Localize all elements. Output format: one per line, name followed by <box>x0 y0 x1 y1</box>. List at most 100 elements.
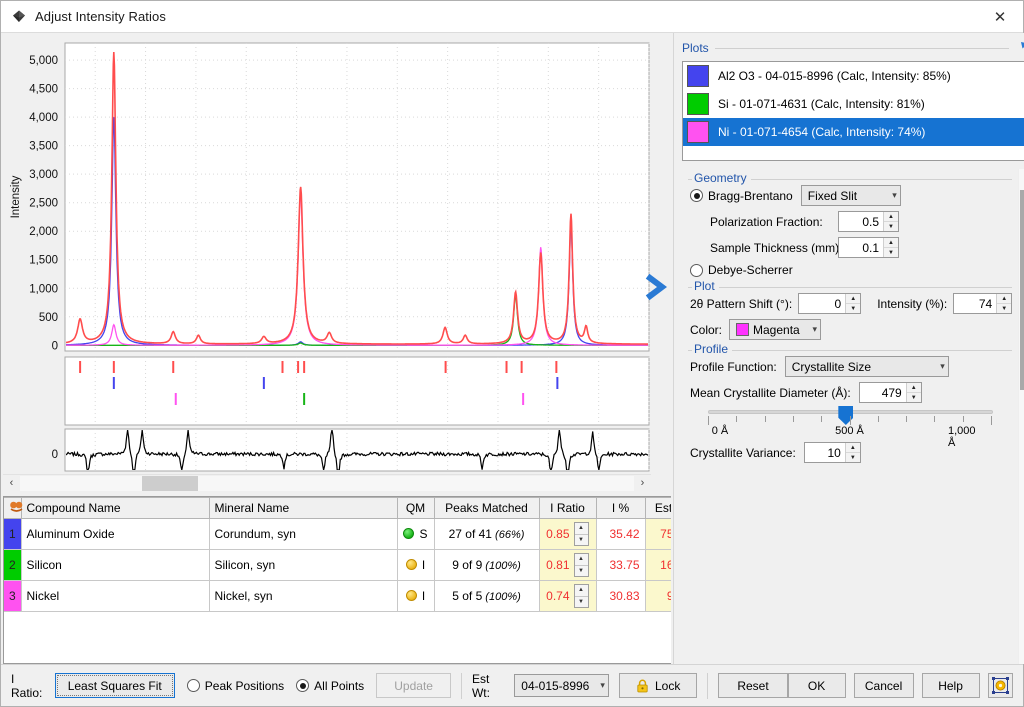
cell-est-wt[interactable]: 9▲▼ <box>645 580 671 612</box>
intensity-input[interactable]: 74 ▲ ▼ <box>953 293 1013 314</box>
plot-list-item[interactable]: Ni - 01-071-4654 (Calc, Intensity: 74%) <box>683 118 1024 146</box>
slit-select[interactable]: Fixed Slit ▾ <box>800 185 901 206</box>
table-row[interactable]: 1 Aluminum Oxide Corundum, syn S 27 of 41 (6… <box>4 518 671 550</box>
cell-peaks-matched[interactable]: 5 of 5 (100%) <box>434 580 540 612</box>
xrd-chart[interactable]: 0 500 1,000 1,500 2,000 2,500 3,000 3,500 4,000 4… <box>3 37 669 475</box>
ok-button[interactable]: OK <box>787 673 846 698</box>
plot-list-item[interactable]: Al2 O3 - 04-015-8996 (Calc, Intensity: 8… <box>683 62 1024 90</box>
thickness-input[interactable]: 0.1 ▲ ▼ <box>838 237 899 258</box>
cell-compound-name[interactable]: Nickel <box>21 580 210 612</box>
settings-vertical-scrollbar[interactable]: ▲ ▼ <box>1018 169 1024 664</box>
scroll-right-icon[interactable]: › <box>634 475 651 492</box>
table-row[interactable]: 2 Silicon Silicon, syn I 9 of 9 (100%) 0.81 ▲ ▼… <box>4 549 671 581</box>
cell-i-ratio[interactable]: 0.81 ▲ ▼ <box>539 549 597 581</box>
column-header-color[interactable] <box>4 497 23 519</box>
undo-icon[interactable] <box>1017 39 1024 57</box>
cell-mineral-name[interactable]: Corundum, syn <box>209 518 398 550</box>
diameter-input[interactable]: 479 ▲ ▼ <box>858 382 922 403</box>
column-header-i-percent[interactable]: I % <box>596 497 646 519</box>
polarization-stepper[interactable]: ▲ ▼ <box>883 212 898 231</box>
diameter-slider[interactable]: 0 Å 500 Å 1,000 Å <box>708 406 993 449</box>
scroll-left-icon[interactable]: ‹ <box>3 475 20 492</box>
hscroll-track[interactable] <box>20 475 634 491</box>
thickness-row: Sample Thickness (mm): 0.1 ▲ ▼ <box>710 237 1012 258</box>
pattern-shift-input[interactable]: 0 ▲ ▼ <box>798 293 862 314</box>
expand-arrow-button[interactable] <box>645 273 671 304</box>
debye-scherrer-row: Debye-Scherrer <box>690 263 1012 277</box>
all-points-option[interactable]: All Points <box>296 679 364 693</box>
svg-text:5,000: 5,000 <box>29 55 58 67</box>
cell-est-wt[interactable]: 75▲▼ <box>645 518 671 550</box>
cell-qm[interactable]: I <box>397 580 435 612</box>
i-ratio-stepper[interactable]: ▲ ▼ <box>573 553 589 577</box>
lock-button[interactable]: Lock <box>618 673 698 698</box>
est-wt-select[interactable]: 04-015-8996 ▾ <box>514 674 609 697</box>
peaks-matched-percent: (66%) <box>491 529 525 541</box>
least-squares-fit-button[interactable]: Least Squares Fit <box>54 673 175 698</box>
intensity-stepper[interactable]: ▲ ▼ <box>996 294 1012 313</box>
settings-button[interactable] <box>987 673 1013 698</box>
slider-track[interactable] <box>708 406 993 425</box>
row-index-color[interactable]: 2 <box>4 549 22 581</box>
cell-i-ratio[interactable]: 0.74 ▲ ▼ <box>539 580 597 612</box>
close-icon[interactable]: ✕ <box>977 1 1023 32</box>
scroll-down-icon[interactable]: ▼ <box>1019 647 1024 664</box>
column-header-peaks-matched[interactable]: Peaks Matched <box>434 497 540 519</box>
i-ratio-stepper[interactable]: ▲ ▼ <box>573 522 589 546</box>
table-row[interactable]: 3 Nickel Nickel, syn I 5 of 5 (100%) 0.74 ▲ ▼ 30… <box>4 580 671 612</box>
cell-mineral-name[interactable]: Nickel, syn <box>209 580 398 612</box>
variance-label: Crystallite Variance: <box>690 445 796 460</box>
column-header-i-ratio[interactable]: I Ratio <box>539 497 597 519</box>
cell-i-ratio[interactable]: 0.85 ▲ ▼ <box>539 518 597 550</box>
variance-input[interactable]: 10 ▲ ▼ <box>803 442 861 463</box>
pattern-shift-stepper[interactable]: ▲ ▼ <box>845 294 861 313</box>
cell-compound-name[interactable]: Silicon <box>21 549 210 581</box>
column-header-mineral-name[interactable]: Mineral Name <box>209 497 398 519</box>
vscroll-thumb[interactable] <box>1019 190 1024 390</box>
thickness-stepper[interactable]: ▲ ▼ <box>883 238 898 257</box>
plots-list[interactable]: Al2 O3 - 04-015-8996 (Calc, Intensity: 8… <box>682 61 1024 161</box>
plot-horizontal-scrollbar[interactable]: ‹ › <box>3 474 651 491</box>
slider-tick-labels: 0 Å 500 Å 1,000 Å <box>708 425 993 449</box>
hscroll-thumb[interactable] <box>142 475 198 491</box>
profile-function-row: Profile Function: Crystallite Size ▾ <box>690 356 1012 377</box>
lock-icon <box>636 679 649 693</box>
vscroll-track[interactable] <box>1019 186 1024 647</box>
color-select[interactable]: Magenta ▾ <box>729 319 822 340</box>
cancel-button[interactable]: Cancel <box>853 673 914 698</box>
cell-peaks-matched[interactable]: 9 of 9 (100%) <box>434 549 540 581</box>
i-ratio-stepper[interactable]: ▲ ▼ <box>573 584 589 608</box>
polarization-input[interactable]: 0.5 ▲ ▼ <box>838 211 899 232</box>
bragg-brentano-radio[interactable] <box>690 189 703 202</box>
slider-tick <box>821 416 823 422</box>
svg-text:3,000: 3,000 <box>29 169 58 181</box>
peak-positions-radio[interactable] <box>186 679 200 692</box>
profile-function-select[interactable]: Crystallite Size ▾ <box>784 356 949 377</box>
est-wt-label: Est Wt: <box>471 671 490 700</box>
profile-function-value: Crystallite Size <box>791 359 872 374</box>
column-header-compound-name[interactable]: Compound Name <box>21 497 210 519</box>
reset-button[interactable]: Reset <box>718 673 788 698</box>
all-points-radio[interactable] <box>296 679 310 692</box>
variance-stepper[interactable]: ▲ ▼ <box>844 443 860 462</box>
plot-list-item[interactable]: Si - 01-071-4631 (Calc, Intensity: 81%) <box>683 90 1024 118</box>
cell-peaks-matched[interactable]: 27 of 41 (66%) <box>434 518 540 550</box>
cell-qm[interactable]: I <box>397 549 435 581</box>
help-button[interactable]: Help <box>921 673 980 698</box>
scroll-up-icon[interactable]: ▲ <box>1019 169 1024 186</box>
cell-compound-name[interactable]: Aluminum Oxide <box>21 518 210 550</box>
update-button[interactable]: Update <box>376 673 452 698</box>
diameter-stepper[interactable]: ▲ ▼ <box>905 383 921 402</box>
debye-scherrer-radio[interactable] <box>690 263 703 277</box>
row-index-color[interactable]: 1 <box>4 518 22 550</box>
plots-legend: Plots <box>682 41 709 55</box>
cell-mineral-name[interactable]: Silicon, syn <box>209 549 398 581</box>
column-header-qm[interactable]: QM <box>397 497 435 519</box>
slit-value: Fixed Slit <box>807 188 858 203</box>
row-index-color[interactable]: 3 <box>4 580 22 612</box>
cell-est-wt[interactable]: 16▲▼ <box>645 549 671 581</box>
column-header-est-wt[interactable]: Est Wt <box>645 497 671 519</box>
est-wt-value: 16 <box>660 558 671 572</box>
peak-positions-option[interactable]: Peak Positions <box>186 679 284 693</box>
cell-qm[interactable]: S <box>397 518 435 550</box>
